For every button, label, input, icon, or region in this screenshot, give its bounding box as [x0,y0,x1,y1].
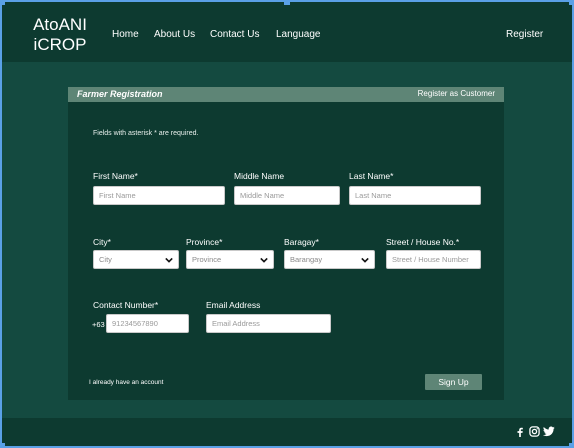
first-name-input[interactable] [99,187,219,204]
middle-name-input[interactable] [240,187,334,204]
province-label: Province* [186,237,223,247]
email-label: Email Address [206,300,261,310]
nav-register[interactable]: Register [506,29,543,40]
resize-handle-top-right[interactable] [569,0,574,5]
resize-handle-bottom-right[interactable] [569,443,574,448]
contact-number-input[interactable] [112,315,183,332]
contact-number-label: Contact Number* [93,300,159,310]
navbar: AtoANI iCROP Home About Us Contact Us La… [2,2,572,62]
brand-line-2: iCROP [33,35,87,54]
country-code-prefix: +63 [92,320,105,329]
street-input[interactable] [392,251,475,268]
first-name-label: First Name* [93,171,138,181]
nav-home[interactable]: Home [112,29,139,40]
facebook-icon[interactable] [516,427,524,437]
barangay-select[interactable]: Barangay [284,250,375,269]
email-input[interactable] [212,315,325,332]
contact-number-field[interactable] [106,314,189,333]
city-select-value: City [99,255,112,264]
province-select[interactable]: Province [186,250,274,269]
middle-name-field[interactable] [234,186,340,205]
instagram-icon[interactable] [529,426,540,437]
email-field[interactable] [206,314,331,333]
street-label: Street / House No.* [386,237,460,247]
card-title: Farmer Registration [77,89,163,99]
brand-line-1: AtoANI [33,15,87,34]
nav-language[interactable]: Language [276,29,321,40]
resize-handle-top[interactable] [284,0,290,5]
required-fields-note: Fields with asterisk * are required. [93,130,199,137]
city-label: City* [93,237,111,247]
resize-handle-top-left[interactable] [0,0,5,5]
nav-about-us[interactable]: About Us [154,29,195,40]
barangay-select-value: Barangay [290,255,323,264]
brand-logo[interactable]: AtoANI iCROP [30,15,90,55]
last-name-input[interactable] [355,187,475,204]
street-field[interactable] [386,250,481,269]
city-select[interactable]: City [93,250,179,269]
footer [2,418,572,446]
sign-up-button[interactable]: Sign Up [425,374,482,390]
chevron-down-icon [361,257,369,263]
register-as-customer-link[interactable]: Register as Customer [418,89,495,98]
chevron-down-icon [260,257,268,263]
card-header: Farmer Registration Register as Customer [68,87,504,102]
first-name-field[interactable] [93,186,225,205]
province-select-value: Province [192,255,222,264]
middle-name-label: Middle Name [234,171,285,181]
last-name-label: Last Name* [349,171,394,181]
last-name-field[interactable] [349,186,481,205]
chevron-down-icon [165,257,173,263]
nav-contact-us[interactable]: Contact Us [210,29,259,40]
twitter-icon[interactable] [543,426,555,437]
have-account-link[interactable]: I already have an account [89,379,163,386]
resize-handle-bottom-left[interactable] [0,443,5,448]
barangay-label: Baragay* [284,237,319,247]
registration-card: Farmer Registration Register as Customer… [68,87,504,400]
